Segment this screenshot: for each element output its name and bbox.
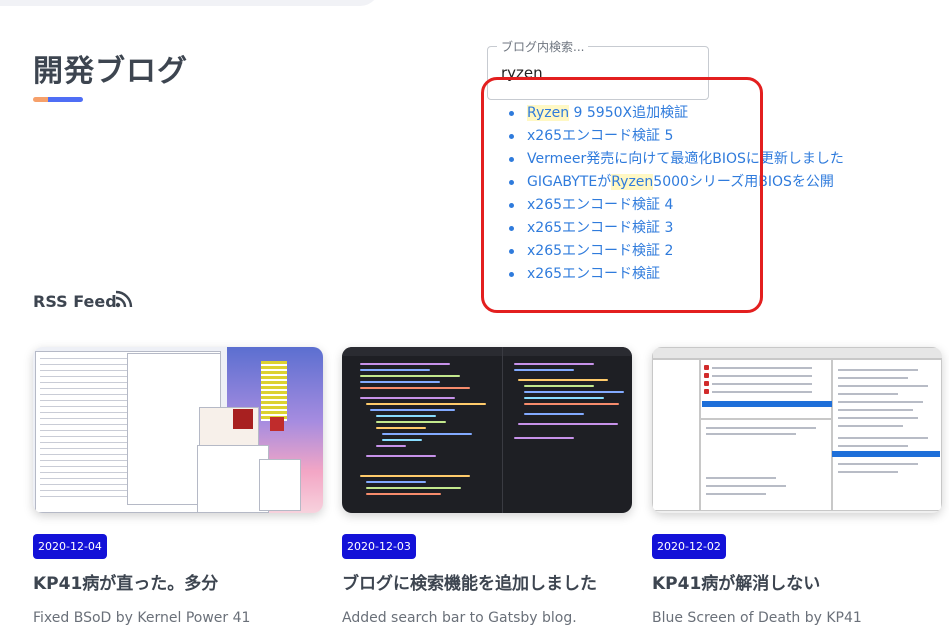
post-title[interactable]: KP41病が直った。多分 bbox=[33, 569, 218, 594]
post-description: Fixed BSoD by Kernel Power 41 bbox=[33, 610, 251, 626]
post-thumbnail[interactable] bbox=[652, 347, 942, 513]
post-description: Added search bar to Gatsby blog. bbox=[342, 610, 577, 626]
rss-icon[interactable] bbox=[115, 290, 133, 308]
post-date-badge: 2020-12-04 bbox=[33, 534, 107, 559]
title-underline bbox=[33, 97, 83, 102]
post-title[interactable]: ブログに検索機能を追加しました bbox=[342, 569, 597, 594]
post-description: Blue Screen of Death by KP41 bbox=[652, 610, 862, 626]
post-thumbnail[interactable] bbox=[33, 347, 323, 513]
post-date-badge: 2020-12-03 bbox=[342, 534, 416, 559]
highlight-annotation-frame bbox=[481, 77, 763, 313]
search-label: ブログ内検索... bbox=[497, 38, 589, 55]
post-card[interactable]: 2020-12-02 KP41病が解消しない Blue Screen of De… bbox=[652, 347, 942, 626]
page-title: 開発ブログ bbox=[33, 54, 188, 89]
post-date-badge: 2020-12-02 bbox=[652, 534, 726, 559]
post-title[interactable]: KP41病が解消しない bbox=[652, 569, 820, 594]
post-card[interactable]: 2020-12-03 ブログに検索機能を追加しました Added search … bbox=[342, 347, 632, 626]
post-card[interactable]: 2020-12-04 KP41病が直った。多分 Fixed BSoD by Ke… bbox=[33, 347, 323, 626]
header-curve-decoration bbox=[0, 0, 380, 6]
post-thumbnail[interactable] bbox=[342, 347, 632, 513]
rss-feed-heading: RSS Feed bbox=[33, 292, 117, 311]
